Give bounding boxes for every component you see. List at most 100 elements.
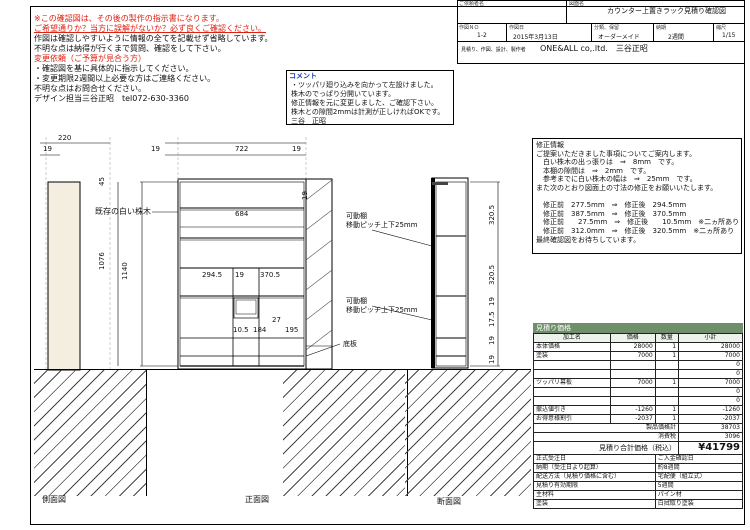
estimate-cell: -1260 <box>678 405 743 415</box>
view-side: 側面図 <box>42 495 66 504</box>
dim-220: 220 <box>58 134 72 142</box>
estimate-header-cell: 価格 <box>609 333 656 343</box>
estimate-cell: -2037 <box>609 414 656 424</box>
estimate-cell: 28000 <box>678 342 743 352</box>
dim-195: 195 <box>285 326 299 334</box>
view-front: 正面図 <box>245 495 269 504</box>
estimate-cell <box>609 396 656 406</box>
estimate-row: 0 <box>533 369 743 379</box>
estimate-cell <box>609 387 656 397</box>
estimate-cell: 0 <box>678 396 743 406</box>
estimate-row: 0 <box>533 360 743 370</box>
dim-10-5: 10.5 <box>233 326 249 334</box>
estimate-cell <box>533 369 611 379</box>
dim-h320-5-b: 320.5 <box>488 264 496 285</box>
info-value: 5週間 <box>654 481 744 491</box>
info-label: 主材料 <box>533 490 656 500</box>
label-shelf-1: 可動棚 <box>346 212 367 220</box>
view-section: 断面図 <box>437 497 461 506</box>
dim-19-mid: 19 <box>235 271 244 279</box>
estimate-table: 加工名 価格 数量 小計 本体価格 28000 1 28000 塗装 7000 1 7000 0 0 ツッ… <box>532 333 744 509</box>
label-white-wood: 既存の白い株木 <box>95 207 151 216</box>
dim-684: 684 <box>235 210 249 218</box>
info-value: 約8週間 <box>654 463 744 473</box>
dim-722: 722 <box>235 145 249 153</box>
dim-h19-e: 19 <box>488 297 496 306</box>
dim-h19-g: 19 <box>488 355 496 364</box>
estimate-cell: -1260 <box>609 405 656 415</box>
dim-h19-right: 19 <box>301 191 309 200</box>
estimate-cell <box>654 369 680 379</box>
estimate-cell: 本体価格 <box>533 342 611 352</box>
estimate-cell: 1 <box>654 378 680 388</box>
estimate-row: 本体価格 28000 1 28000 <box>533 342 743 352</box>
estimate-title: 見積り価格 <box>533 323 743 333</box>
dim-184: 184 <box>253 326 267 334</box>
estimate-header-cell: 小計 <box>678 333 743 343</box>
dim-front-19b: 19 <box>292 145 301 153</box>
dim-h1140: 1140 <box>121 262 129 280</box>
counter-front-right <box>283 369 405 496</box>
info-label: 納期（受注日より起算） <box>533 463 656 473</box>
total-row-label: 見積り合計価格（税込） <box>532 441 680 455</box>
product-price-row-value: 38703 <box>678 423 743 433</box>
info-label: 見積り有効期限 <box>533 481 656 491</box>
estimate-cell: 7000 <box>678 351 743 361</box>
estimate-cell: 撤込値引き <box>533 405 611 415</box>
label-pitch-1: 移動ピッチ上下25mm <box>346 221 418 229</box>
estimate-cell: 塗装 <box>533 351 611 361</box>
label-shelf-2: 可動棚 <box>346 297 367 305</box>
estimate-cell <box>654 387 680 397</box>
info-value: パイン材 <box>654 490 744 500</box>
estimate-cell <box>609 369 656 379</box>
info-row: 配送方法（見積り価格に含む） 宅配便（組立式） <box>533 472 744 482</box>
estimate-cell <box>609 360 656 370</box>
dim-294-5: 294.5 <box>202 271 223 279</box>
estimate-cell: 7000 <box>678 378 743 388</box>
estimate-cell: お得意様割引 <box>533 414 611 424</box>
estimate-cell: 1 <box>654 405 680 415</box>
estimate-cell: 0 <box>678 369 743 379</box>
estimate-row: 0 <box>533 387 743 397</box>
estimate-row: ツッパリ幕板 7000 1 7000 <box>533 378 743 388</box>
estimate-cell <box>654 360 680 370</box>
estimate-row: 塗装 7000 1 7000 <box>533 351 743 361</box>
estimate-cell: 1 <box>654 414 680 424</box>
info-row: 正式受注日 ご入金確認日 <box>533 454 744 464</box>
info-label: 正式受注日 <box>533 454 656 464</box>
estimate-row: 0 <box>533 396 743 406</box>
dim-h45: 45 <box>98 177 106 186</box>
estimate-cell <box>533 387 611 397</box>
dim-side-19: 19 <box>43 145 52 153</box>
estimate-cell: 7000 <box>609 351 656 361</box>
estimate-cell <box>533 396 611 406</box>
product-price-row-label: 製品価格計 <box>532 423 680 433</box>
estimate-panel: 見積り価格 加工名 価格 数量 小計 本体価格 28000 1 28000 塗装 7000 1 70… <box>532 323 744 509</box>
estimate-header-cell: 加工名 <box>533 333 611 343</box>
info-value: ご入金確認日 <box>654 454 744 464</box>
counter-section <box>405 369 531 496</box>
estimate-cell: 0 <box>678 360 743 370</box>
estimate-header-cell: 数量 <box>654 333 680 343</box>
info-row: 塗装 白拭取り塗装 <box>533 499 744 509</box>
info-row: 納期（受注日より起算） 約8週間 <box>533 463 744 473</box>
dim-27: 27 <box>272 316 281 324</box>
estimate-cell: 28000 <box>609 342 656 352</box>
dim-h320-5-a: 320.5 <box>488 204 496 225</box>
info-row: 主材料 パイン材 <box>533 490 744 500</box>
label-base: 底板 <box>343 340 357 348</box>
info-row: 見積り有効期限 5週間 <box>533 481 744 491</box>
info-label: 塗装 <box>533 499 656 509</box>
estimate-cell: -2037 <box>678 414 743 424</box>
dim-h1076: 1076 <box>98 252 106 270</box>
info-value: 白拭取り塗装 <box>654 499 744 509</box>
label-pitch-2: 移動ピッチ上下25mm <box>346 306 418 314</box>
total-row: 見積り合計価格（税込） ¥41799 <box>532 441 743 455</box>
product-price-row: 製品価格計 38703 <box>532 423 743 433</box>
estimate-cell: 0 <box>678 387 743 397</box>
estimate-cell: 1 <box>654 342 680 352</box>
estimate-cell: 7000 <box>609 378 656 388</box>
dim-front-19a: 19 <box>151 145 160 153</box>
estimate-row: お得意様割引 -2037 1 -2037 <box>533 414 743 424</box>
estimate-cell: 1 <box>654 351 680 361</box>
